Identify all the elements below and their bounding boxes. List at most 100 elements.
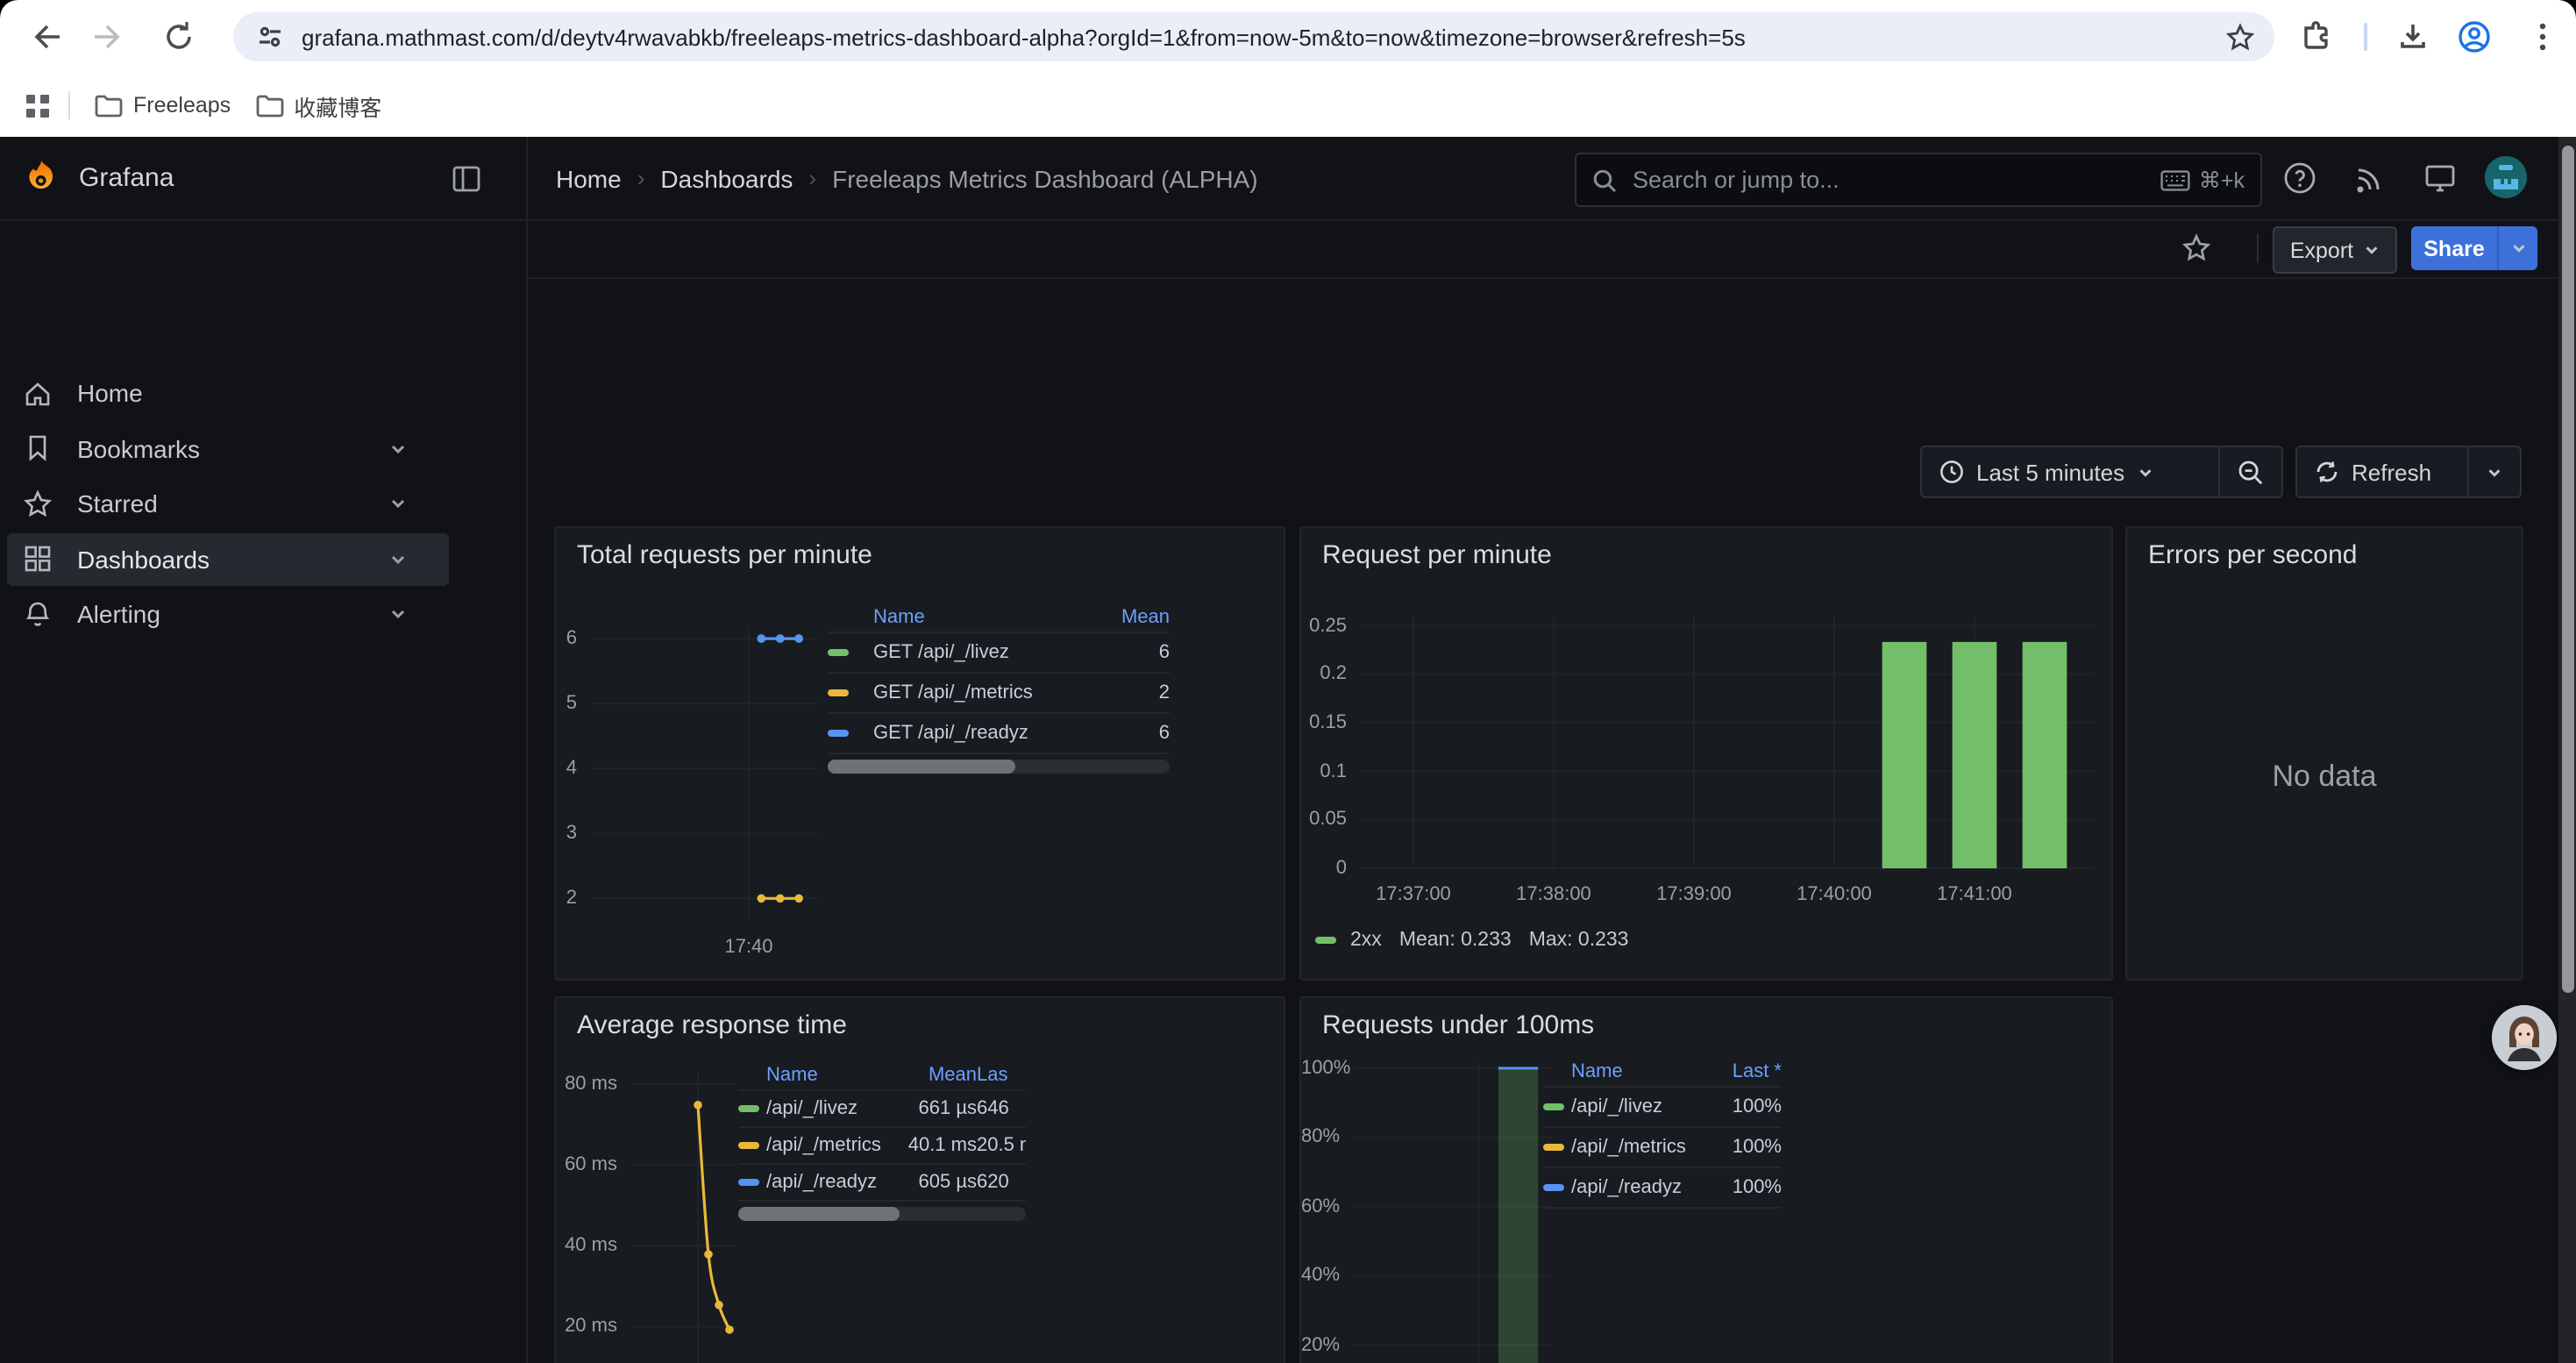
chevron-down-icon[interactable] (389, 439, 407, 457)
y-tick-label: 40 ms (556, 1235, 617, 1256)
news-rss-icon[interactable] (2353, 161, 2387, 195)
browser-menu-icon[interactable] (2525, 19, 2560, 54)
page-scrollbar[interactable] (2558, 137, 2576, 1363)
chart-plot[interactable] (591, 626, 819, 919)
x-tick-label: 17:40 (679, 937, 819, 958)
sidebar: Home Bookmarks Starred Dashboards Alerting (0, 219, 528, 1363)
bookmark-folder-1[interactable]: 收藏博客 (255, 89, 381, 122)
chart-request-per-minute[interactable]: 0.250.20.150.10.05017:37:0017:38:0017:39… (1301, 528, 2111, 979)
legend-pill-cell (828, 730, 873, 737)
grafana-logo-icon[interactable] (21, 158, 61, 198)
legend-pill (738, 1179, 759, 1186)
bookmark-folder-0[interactable]: Freeleaps (95, 93, 231, 118)
y-tick-label: 20% (1301, 1334, 1340, 1355)
screen: grafana.mathmast.com/d/deytv4rwavabkb/fr… (0, 0, 2576, 1363)
legend-pill-cell (828, 649, 873, 656)
sidebar-item-label: Bookmarks (77, 434, 200, 462)
share-menu-button[interactable] (2497, 226, 2537, 270)
share-button[interactable]: Share (2411, 226, 2497, 270)
chart-plot[interactable] (1361, 616, 2094, 868)
legend-row[interactable]: /api/_/metrics100% (1543, 1128, 1782, 1168)
panel-errors-per-second: Errors per second No data (2125, 526, 2523, 981)
legend-row[interactable]: GET /api/_/metrics2 (828, 674, 1170, 714)
legend-row[interactable]: GET /api/_/livez6 (828, 633, 1170, 674)
legend-value: 646 (977, 1098, 1026, 1119)
site-settings-icon[interactable] (256, 23, 284, 51)
dock-menu-icon[interactable] (451, 163, 482, 195)
legend-row[interactable]: /api/_/readyz605 µs620 (738, 1165, 1026, 1202)
help-icon[interactable] (2283, 161, 2316, 195)
brand-zone: Grafana (0, 137, 528, 219)
chart-total-requests[interactable]: 6543217:40NameMeanGET /api/_/livez6GET /… (556, 528, 1284, 979)
time-range-button[interactable]: Last 5 minutes (1922, 447, 2218, 496)
search-input[interactable] (1629, 165, 2160, 195)
chart-requests-under-100ms[interactable]: 100%80%60%40%20%0%17:40NameLast */api/_/… (1301, 998, 2111, 1363)
refresh-interval-button[interactable] (2469, 447, 2520, 496)
legend-scrollbar-thumb[interactable] (828, 760, 1016, 774)
legend-row[interactable]: /api/_/livez661 µs646 (738, 1091, 1026, 1128)
legend-series-name: /api/_/readyz (766, 1172, 900, 1193)
sidebar-item-label: Dashboards (77, 545, 210, 573)
legend-col-name: Name (1571, 1061, 1704, 1082)
sidebar-item-bookmarks[interactable]: Bookmarks (7, 422, 449, 475)
refresh-control[interactable]: Refresh (2295, 446, 2522, 498)
favorite-star-icon[interactable] (2181, 233, 2211, 263)
assistant-avatar[interactable] (2492, 1005, 2557, 1070)
scrollbar-thumb[interactable] (2561, 146, 2573, 993)
legend-pill (1543, 1184, 1564, 1191)
legend-header-row: NameMeanLas (738, 1061, 1026, 1091)
profile-icon[interactable] (2457, 19, 2492, 54)
url-text[interactable]: grafana.mathmast.com/d/deytv4rwavabkb/fr… (302, 24, 2225, 50)
bookmark-star-icon[interactable] (2225, 22, 2255, 52)
export-button[interactable]: Export (2273, 226, 2397, 274)
monitor-icon[interactable] (2423, 161, 2457, 195)
y-tick-label: 0.2 (1301, 663, 1347, 684)
chevron-down-icon[interactable] (389, 605, 407, 623)
time-range-picker[interactable]: Last 5 minutes (1920, 446, 2283, 498)
legend-value: 6 (1089, 723, 1170, 744)
legend-scrollbar[interactable] (828, 760, 1170, 774)
reload-icon[interactable] (161, 19, 196, 54)
legend-pill (828, 649, 849, 656)
panel-total-requests: Total requests per minute 6543217:40Name… (554, 526, 1285, 981)
legend-row[interactable]: /api/_/metrics40.1 ms20.5 ms (738, 1128, 1026, 1165)
sidebar-item-starred[interactable]: Starred (7, 477, 449, 530)
chart-plot[interactable] (631, 1072, 737, 1363)
legend-row[interactable]: /api/_/readyz100% (1543, 1168, 1782, 1209)
url-bar[interactable]: grafana.mathmast.com/d/deytv4rwavabkb/fr… (233, 12, 2274, 61)
zoom-out-button[interactable] (2220, 447, 2281, 496)
legend-scrollbar-thumb[interactable] (738, 1207, 900, 1221)
chevron-down-icon[interactable] (389, 495, 407, 512)
user-avatar[interactable] (2485, 156, 2527, 198)
legend-inline[interactable]: 2xxMean: 0.233Max: 0.233 (1315, 930, 1629, 951)
clock-icon (1939, 460, 1964, 484)
legend-row[interactable]: /api/_/livez100% (1543, 1088, 1782, 1128)
apps-grid-icon[interactable] (25, 92, 51, 118)
breadcrumb: Home›Dashboards›Freeleaps Metrics Dashbo… (556, 137, 1258, 219)
legend-pill-cell (738, 1179, 766, 1186)
sidebar-item-home[interactable]: Home (7, 367, 449, 419)
legend-col-header: Las (977, 1065, 1026, 1086)
bookmark-label: 收藏博客 (294, 89, 381, 122)
legend-scrollbar[interactable] (738, 1207, 1026, 1221)
sidebar-item-alerting[interactable]: Alerting (7, 588, 449, 640)
toolbar-divider (2364, 23, 2367, 51)
breadcrumb-item-0[interactable]: Home (556, 164, 622, 192)
chart-avg-response-time[interactable]: 80 ms60 ms40 ms20 ms0 s17:40NameMeanLas/… (556, 998, 1284, 1363)
refresh-button[interactable]: Refresh (2297, 447, 2467, 496)
download-icon[interactable] (2395, 19, 2430, 54)
legend-row[interactable]: GET /api/_/readyz6 (828, 714, 1170, 754)
chart-plot[interactable] (1354, 1061, 1552, 1363)
sidebar-item-dashboards[interactable]: Dashboards (7, 532, 449, 585)
back-icon[interactable] (28, 19, 63, 54)
breadcrumb-item-1[interactable]: Dashboards (660, 164, 793, 192)
y-tick-label: 4 (556, 758, 577, 779)
extensions-icon[interactable] (2299, 19, 2334, 54)
breadcrumb-separator: › (808, 165, 816, 191)
forward-icon[interactable] (91, 19, 126, 54)
search-icon (1592, 168, 1617, 192)
search-box[interactable]: ⌘+k (1575, 153, 2262, 207)
legend-value: 661 µs (900, 1098, 977, 1119)
chevron-down-icon[interactable] (389, 550, 407, 567)
legend-table: NameMeanGET /api/_/livez6GET /api/_/metr… (828, 602, 1170, 774)
